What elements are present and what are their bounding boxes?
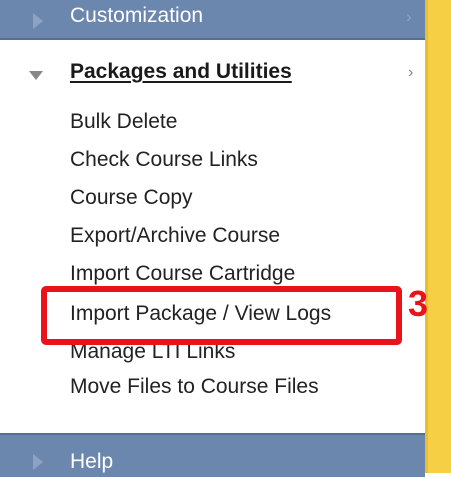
section-help[interactable]: Help — [0, 433, 425, 477]
course-menu-sidebar: Customization › Packages and Utilities ›… — [0, 0, 425, 477]
triangle-right-icon — [33, 454, 43, 470]
section-help-label: Help — [70, 450, 114, 473]
accent-stripe — [425, 0, 451, 473]
section-customization-label: Customization — [70, 4, 204, 27]
highlight-callout-box — [41, 286, 402, 345]
callout-step-number: 3 — [408, 283, 429, 324]
section-customization[interactable]: Customization › — [0, 0, 425, 40]
triangle-right-icon — [33, 13, 43, 29]
section-packages-title[interactable]: Packages and Utilities — [70, 60, 292, 84]
chevron-right-icon: › — [406, 7, 412, 26]
menu-item-check-course-links[interactable]: Check Course Links — [70, 146, 258, 174]
triangle-down-icon[interactable] — [29, 71, 43, 80]
menu-item-move-files-to-course-files[interactable]: Move Files to Course Files — [70, 373, 319, 401]
section-packages-and-utilities: Packages and Utilities › Bulk Delete Che… — [0, 42, 425, 433]
menu-item-import-course-cartridge[interactable]: Import Course Cartridge — [70, 260, 295, 288]
menu-item-export-archive-course[interactable]: Export/Archive Course — [70, 222, 280, 250]
chevron-right-icon[interactable]: › — [408, 64, 413, 82]
menu-item-bulk-delete[interactable]: Bulk Delete — [70, 108, 177, 136]
menu-item-course-copy[interactable]: Course Copy — [70, 184, 193, 212]
